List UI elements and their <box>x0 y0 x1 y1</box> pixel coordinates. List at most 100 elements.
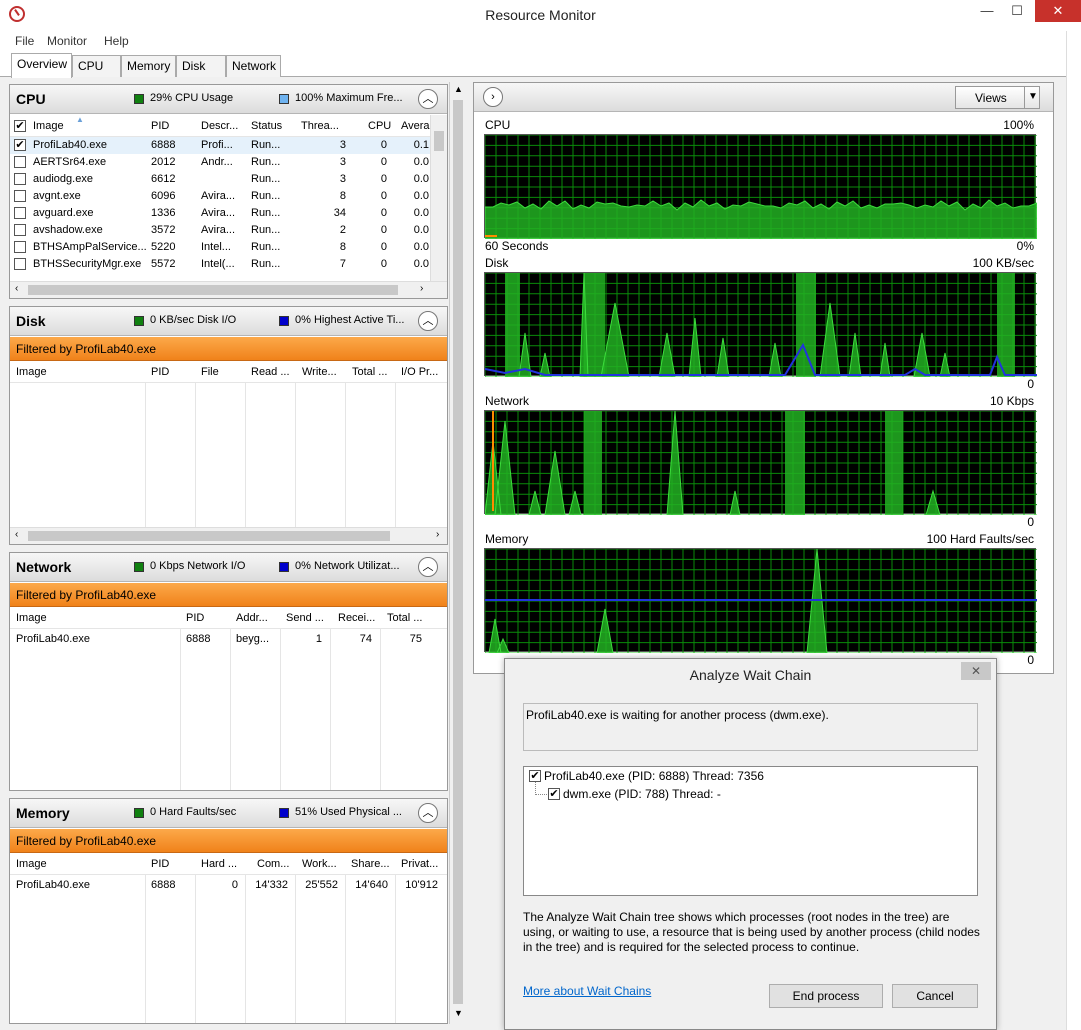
more-about-link[interactable]: More about Wait Chains <box>523 984 651 998</box>
collapse-icon[interactable]: ︿ <box>418 557 438 577</box>
maximize-button[interactable]: ☐ <box>1003 0 1031 22</box>
dialog-close-icon[interactable]: ✕ <box>961 662 991 680</box>
cpu-panel: CPU 29% CPU Usage 100% Maximum Fre... ︿ … <box>9 84 448 299</box>
minimize-button[interactable]: — <box>973 0 1001 22</box>
table-row[interactable]: avshadow.exe 3572 Avira... Run... 2 0 0.0 <box>10 222 430 239</box>
network-panel-header[interactable]: Network 0 Kbps Network I/O 0% Network Ut… <box>10 553 447 582</box>
graph-plot <box>485 411 1037 515</box>
chevron-right-icon[interactable]: › <box>483 87 503 107</box>
tab-overview[interactable]: Overview <box>11 53 72 78</box>
graph-pane: › Views ▼ CPU 100% 60 Seconds 0% Disk 10… <box>473 82 1054 674</box>
menu-file[interactable]: File <box>15 34 34 48</box>
cell-commit: 14'332 <box>255 879 288 891</box>
views-dropdown[interactable]: Views ▼ <box>955 86 1040 109</box>
tree-child-label[interactable]: dwm.exe (PID: 788) Thread: - <box>563 787 721 801</box>
row-checkbox[interactable] <box>14 156 26 168</box>
network-filter-text: Filtered by ProfiLab40.exe <box>16 588 157 602</box>
row-checkbox[interactable]: ✔ <box>14 139 26 151</box>
window-title: Resource Monitor <box>485 7 596 23</box>
close-button[interactable]: ✕ <box>1035 0 1081 22</box>
cell-image: ProfiLab40.exe <box>33 139 107 151</box>
cell-desc: Intel(... <box>201 258 235 270</box>
cell-status: Run... <box>251 156 281 168</box>
title-bar: Resource Monitor — ☐ ✕ <box>0 0 1081 31</box>
table-row[interactable]: BTHSAmpPalService... 5220 Intel... Run... 8 0… <box>10 239 430 256</box>
row-checkbox[interactable] <box>14 241 26 253</box>
table-row[interactable]: audiodg.exe 6612 Run... 3 0 0.0 <box>10 171 430 188</box>
cancel-button[interactable]: Cancel <box>892 984 978 1008</box>
col-pid[interactable]: PID <box>151 366 169 388</box>
row-checkbox[interactable] <box>14 258 26 270</box>
cell-status: Run... <box>251 224 281 236</box>
col-file[interactable]: File <box>201 366 219 388</box>
cell-pid: 5220 <box>151 241 176 253</box>
table-row[interactable]: ProfiLab40.exe 6888 beyg... 1 74 75 <box>10 630 447 650</box>
cell-avg: 0.0 <box>413 224 429 236</box>
end-process-button[interactable]: End process <box>769 984 883 1008</box>
tab-disk[interactable]: Disk <box>176 55 226 77</box>
row-checkbox[interactable] <box>14 224 26 236</box>
graph-duration: 60 Seconds <box>485 239 549 253</box>
menu-help[interactable]: Help <box>104 34 129 48</box>
cell-avg: 0.0 <box>413 173 429 185</box>
disk-graph <box>484 272 1037 377</box>
select-all-checkbox[interactable]: ✔ <box>14 120 26 132</box>
tab-memory[interactable]: Memory <box>121 55 176 77</box>
row-checkbox[interactable] <box>14 207 26 219</box>
col-write[interactable]: Write... <box>302 366 337 388</box>
cell-private: 10'912 <box>405 879 438 891</box>
col-image[interactable]: Image <box>16 366 47 388</box>
graph-disk-title: Disk <box>485 256 509 270</box>
network-graph <box>484 410 1037 515</box>
table-row[interactable]: avguard.exe 1336 Avira... Run... 34 0 0.0 <box>10 205 430 222</box>
cell-image: audiodg.exe <box>33 173 93 185</box>
cell-desc: Avira... <box>201 190 236 202</box>
cell-image: AERTSr64.exe <box>33 156 107 168</box>
table-row[interactable]: avgnt.exe 6096 Avira... Run... 8 0 0.0 <box>10 188 430 205</box>
cpu-panel-header[interactable]: CPU 29% CPU Usage 100% Maximum Fre... ︿ <box>10 85 447 114</box>
memory-panel-title: Memory <box>16 805 70 821</box>
cpu-usage-text: 29% CPU Usage <box>150 92 234 104</box>
col-io-priority[interactable]: I/O Pr... <box>401 366 438 388</box>
cell-working-set: 25'552 <box>305 879 338 891</box>
table-row[interactable]: AERTSr64.exe 2012 Andr... Run... 3 0 0.0 <box>10 154 430 171</box>
cell-cpu: 0 <box>380 207 387 219</box>
memory-faults-swatch <box>134 808 144 818</box>
disk-panel-header[interactable]: Disk 0 KB/sec Disk I/O 0% Highest Active… <box>10 307 447 336</box>
window-edge <box>1066 31 1081 1030</box>
memory-panel-header[interactable]: Memory 0 Hard Faults/sec 51% Used Physic… <box>10 799 447 828</box>
cpu-freq-swatch <box>279 94 289 104</box>
graph-plot <box>485 273 1037 377</box>
cell-image: avshadow.exe <box>33 224 103 236</box>
collapse-icon[interactable]: ︿ <box>418 311 438 331</box>
tab-cpu[interactable]: CPU <box>72 55 121 77</box>
network-util-text: 0% Network Utilizat... <box>295 560 400 572</box>
row-checkbox[interactable] <box>14 190 26 202</box>
cpu-table-header: ✔ Image ▲ PID Descr... Status Threa... C… <box>10 115 430 137</box>
tree-child-checkbox[interactable]: ✔ <box>548 788 560 800</box>
memory-used-swatch <box>279 808 289 818</box>
row-checkbox[interactable] <box>14 173 26 185</box>
col-total[interactable]: Total ... <box>352 366 387 388</box>
wait-message-box: ProfiLab40.exe is waiting for another pr… <box>523 703 978 751</box>
tree-root-label[interactable]: ProfiLab40.exe (PID: 6888) Thread: 7356 <box>544 769 764 783</box>
network-util-swatch <box>279 562 289 572</box>
network-filter-bar: Filtered by ProfiLab40.exe <box>10 583 447 607</box>
cell-desc: Profi... <box>201 139 233 151</box>
cpu-vertical-scrollbar[interactable] <box>430 115 447 283</box>
col-read[interactable]: Read ... <box>251 366 290 388</box>
collapse-icon[interactable]: ︿ <box>418 803 438 823</box>
table-row[interactable]: ✔ ProfiLab40.exe 6888 Profi... Run... 3 0 0.1 <box>10 137 430 154</box>
cpu-horizontal-scrollbar[interactable]: ‹ › <box>10 281 447 298</box>
disk-horizontal-scrollbar[interactable]: ‹ › <box>10 527 447 544</box>
tab-network[interactable]: Network <box>226 55 281 77</box>
cell-threads: 2 <box>339 224 346 236</box>
table-row[interactable]: ProfiLab40.exe 6888 0 14'332 25'552 14'6… <box>10 876 447 896</box>
tree-root-checkbox[interactable]: ✔ <box>529 770 541 782</box>
table-row[interactable]: BTHSSecurityMgr.exe 5572 Intel(... Run... 7 0… <box>10 256 430 273</box>
menu-monitor[interactable]: Monitor <box>47 34 87 48</box>
overview-vertical-scrollbar[interactable]: ▲ ▼ <box>449 82 466 1024</box>
cell-pid: 2012 <box>151 156 176 168</box>
cell-total: 75 <box>409 633 422 645</box>
collapse-icon[interactable]: ︿ <box>418 89 438 109</box>
